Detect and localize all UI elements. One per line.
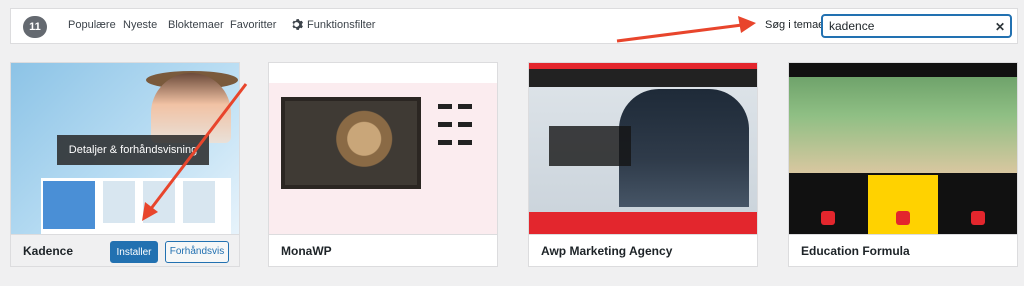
theme-card-footer: MonaWP: [269, 234, 497, 266]
preview-button[interactable]: Forhåndsvis: [165, 241, 229, 263]
theme-count-badge: 11: [23, 16, 47, 38]
screenshot-contact-bar: [529, 212, 757, 234]
search-label: Søg i temaer: [765, 19, 828, 31]
theme-name: Kadence: [23, 244, 74, 258]
screenshot-header: [269, 63, 497, 83]
screenshot-hero-photo: [789, 77, 1017, 173]
theme-card-monawp[interactable]: MonaWP: [268, 62, 498, 267]
screenshot-feature-card: [943, 175, 1013, 234]
theme-card-kadence[interactable]: Detaljer & forhåndsvisning Kadence Insta…: [10, 62, 240, 267]
screenshot-featured-photo: [281, 97, 421, 189]
theme-card-education-formula[interactable]: Education Formula: [788, 62, 1018, 267]
feature-filter-button[interactable]: Funktionsfilter: [307, 19, 375, 31]
theme-search-input[interactable]: [821, 14, 1012, 38]
theme-name: Education Formula: [801, 244, 910, 258]
screenshot-tag-chip: [438, 122, 452, 127]
screenshot-people-photo: [619, 89, 749, 207]
screenshot-sidebar: [437, 97, 489, 234]
tab-popular[interactable]: Populære: [68, 19, 116, 31]
theme-card-awp-marketing[interactable]: Awp Marketing Agency: [528, 62, 758, 267]
screenshot-tag-chip: [458, 122, 473, 127]
screenshot-hero-box: [549, 126, 631, 166]
tab-favorites[interactable]: Favoritter: [230, 19, 276, 31]
screenshot-navbar: [529, 69, 757, 87]
screenshot-model-photo: [151, 73, 231, 143]
screenshot-feature-icon: [896, 211, 910, 225]
gear-icon[interactable]: [290, 18, 303, 31]
details-preview-overlay[interactable]: Detaljer & forhåndsvisning: [57, 135, 209, 165]
clear-search-icon[interactable]: ✕: [995, 20, 1005, 34]
theme-screenshot[interactable]: [529, 63, 757, 234]
install-button[interactable]: Installer: [110, 241, 158, 263]
screenshot-feature-icon: [821, 211, 835, 225]
theme-card-footer: Education Formula: [789, 234, 1017, 266]
tab-block-themes[interactable]: Bloktemaer: [168, 19, 224, 31]
screenshot-product-tile: [103, 181, 135, 223]
theme-name: MonaWP: [281, 244, 332, 258]
theme-card-footer: Kadence Installer Forhåndsvis: [11, 234, 239, 266]
screenshot-promo-tile: [43, 181, 95, 229]
tab-latest[interactable]: Nyeste: [123, 19, 157, 31]
screenshot-feature-card: [793, 175, 863, 234]
theme-screenshot[interactable]: [789, 63, 1017, 234]
screenshot-tag-chip: [458, 140, 473, 145]
theme-card-footer: Awp Marketing Agency: [529, 234, 757, 266]
screenshot-product-tile: [183, 181, 215, 223]
theme-screenshot[interactable]: Detaljer & forhåndsvisning: [11, 63, 239, 234]
screenshot-tag-chip: [438, 104, 452, 109]
screenshot-tag-chip: [458, 104, 473, 109]
screenshot-tag-chip: [438, 140, 452, 145]
theme-screenshot[interactable]: [269, 63, 497, 234]
screenshot-feature-card: [868, 175, 938, 234]
theme-name: Awp Marketing Agency: [541, 244, 673, 258]
screenshot-product-tile: [143, 181, 175, 223]
theme-filter-bar: 11 Populære Nyeste Bloktemaer Favoritter…: [10, 8, 1018, 44]
screenshot-feature-icon: [971, 211, 985, 225]
